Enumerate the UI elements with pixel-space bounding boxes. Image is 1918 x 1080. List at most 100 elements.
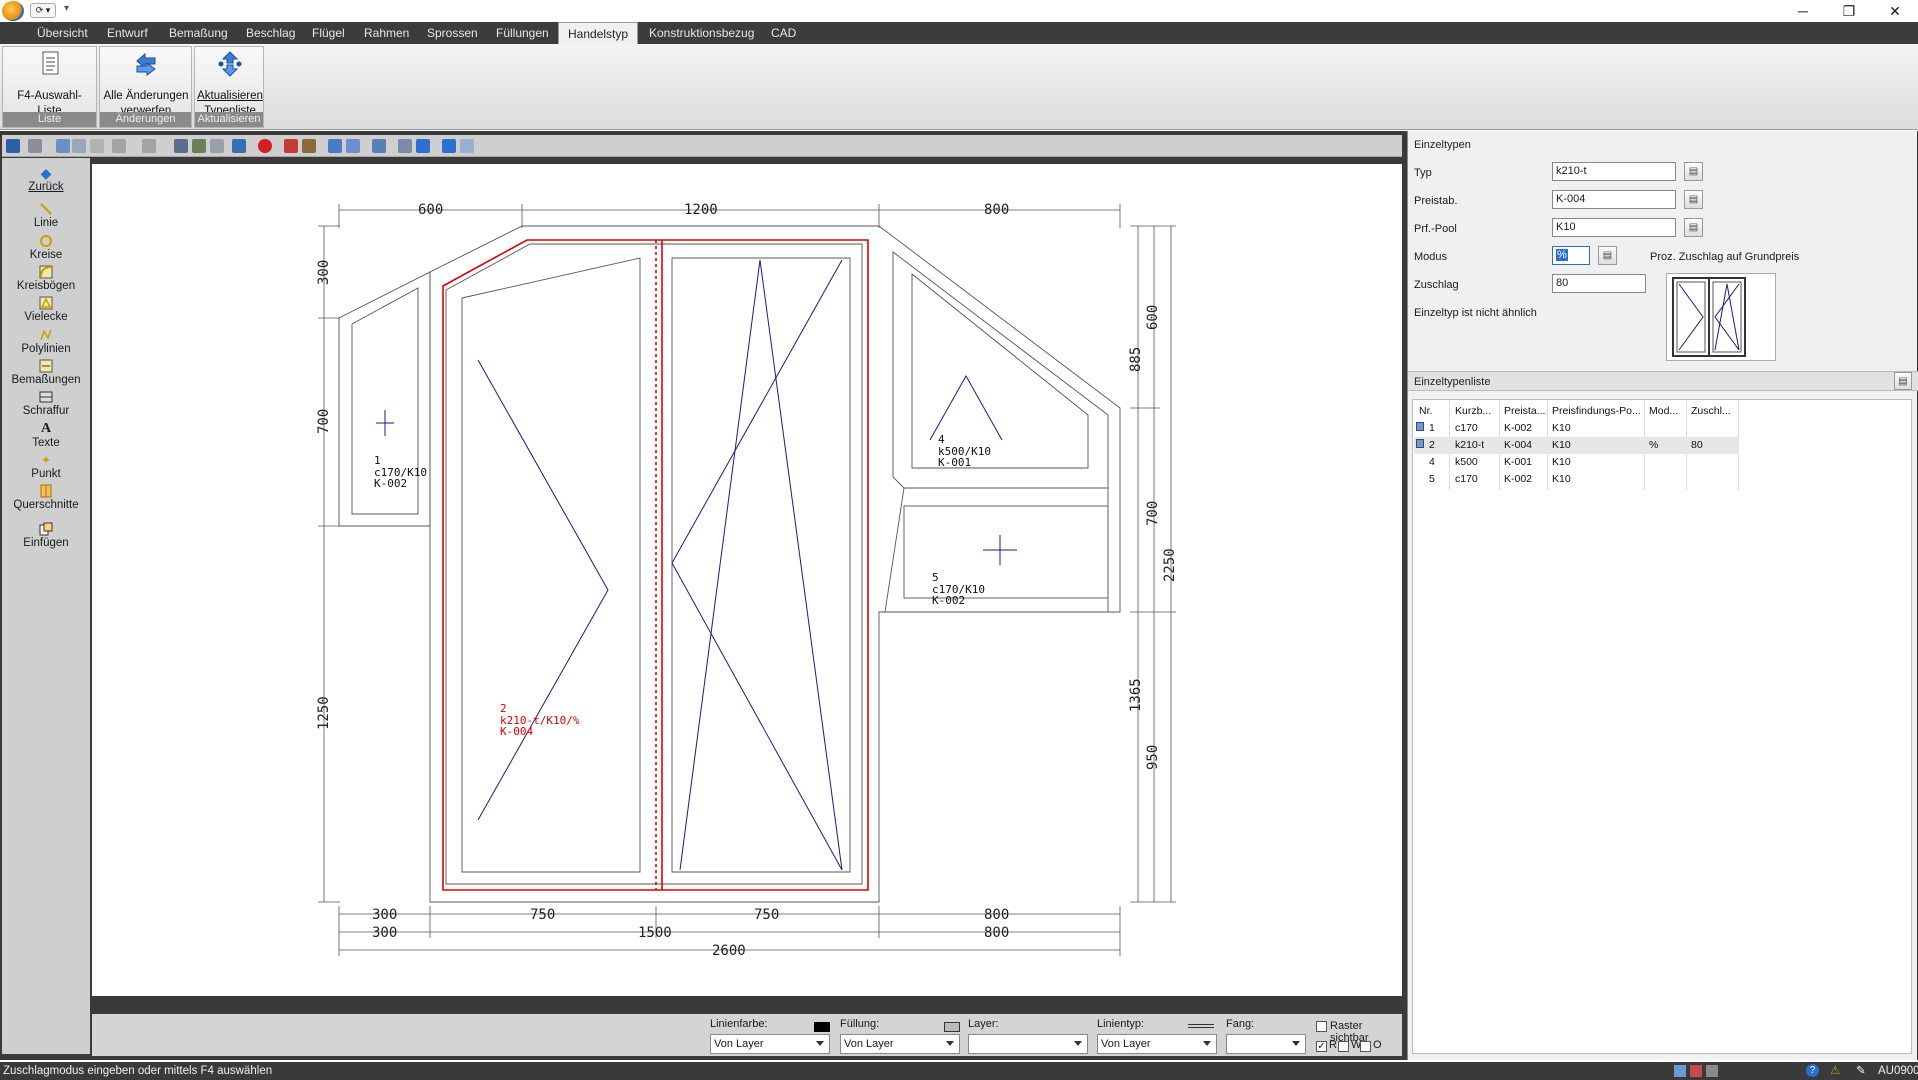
prf-pool-input[interactable]: K10 — [1552, 218, 1676, 237]
next-view-icon[interactable] — [460, 139, 474, 153]
line-icon — [40, 203, 52, 215]
stop-icon[interactable] — [258, 139, 272, 153]
save-icon[interactable] — [6, 139, 20, 153]
liste-export-button[interactable]: ▤ — [1894, 372, 1912, 390]
layer-select[interactable] — [968, 1034, 1088, 1054]
tool-querschnitte[interactable]: Querschnitte — [2, 484, 90, 512]
modus-lookup-button[interactable]: ▤ — [1598, 246, 1617, 265]
quick-access-button[interactable]: ⟳ ▾ — [30, 3, 56, 18]
modus-input[interactable]: % — [1552, 246, 1590, 265]
table-row[interactable]: 5 c170 K-002 K10 — [1414, 471, 1739, 488]
undo-icon[interactable] — [112, 139, 126, 153]
tab-fuellungen[interactable]: Füllungen — [487, 22, 558, 44]
status-grid-icon[interactable] — [1674, 1065, 1686, 1077]
zoom-fit-icon[interactable] — [372, 139, 386, 153]
linienfarbe-swatch — [814, 1022, 830, 1032]
zurueck-button[interactable]: ◆ Zurück — [2, 166, 90, 194]
edit-icon[interactable] — [302, 139, 316, 153]
maximize-button[interactable]: ❐ — [1826, 0, 1872, 22]
layer-icon[interactable] — [328, 139, 342, 153]
tool-polylinien-label: Polylinien — [21, 343, 71, 355]
linienfarbe-select[interactable]: Von Layer — [710, 1034, 830, 1054]
tool-vielecke[interactable]: Vielecke — [2, 296, 90, 324]
f4-auswahl-liste-button[interactable]: F4-Auswahl-Liste — [7, 49, 92, 119]
prf-pool-lookup-button[interactable]: ▤ — [1684, 218, 1703, 237]
status-page-icon[interactable] — [1706, 1065, 1718, 1077]
tab-handelstyp[interactable]: Handelstyp — [558, 22, 639, 44]
col-preistab[interactable]: Preista... — [1504, 405, 1545, 417]
paste-icon[interactable] — [90, 139, 104, 153]
hatch-icon — [39, 391, 53, 403]
tab-konstruktionsbezug[interactable]: Konstruktionsbezug — [640, 22, 763, 44]
typ-lookup-button[interactable]: ▤ — [1684, 162, 1703, 181]
edit-status-icon[interactable]: ✎ — [1856, 1062, 1866, 1080]
table-row[interactable]: 1 c170 K-002 K10 — [1414, 420, 1739, 437]
previous-view-icon[interactable] — [442, 139, 456, 153]
print-icon[interactable] — [28, 139, 42, 153]
tool-kreise[interactable]: Kreise — [2, 234, 90, 262]
linientyp-select[interactable]: Von Layer — [1097, 1034, 1217, 1054]
zoom-window-icon[interactable] — [398, 139, 412, 153]
tab-entwurf[interactable]: Entwurf — [98, 22, 157, 44]
help-icon[interactable]: ? — [1806, 1064, 1819, 1077]
preistab-lookup-button[interactable]: ▤ — [1684, 190, 1703, 209]
view-all-icon[interactable] — [192, 139, 206, 153]
close-button[interactable]: ✕ — [1872, 0, 1918, 22]
minimize-button[interactable]: ─ — [1780, 0, 1826, 22]
fuellung-select[interactable]: Von Layer — [840, 1034, 960, 1054]
preistab-input[interactable]: K-004 — [1552, 190, 1676, 209]
status-code: AU0900 — [1878, 1065, 1918, 1077]
col-preisfindung[interactable]: Preisfindungs-Po... — [1552, 405, 1641, 417]
tool-bemassungen[interactable]: Bemaßungen — [2, 359, 90, 387]
tab-beschlag[interactable]: Beschlag — [237, 22, 304, 44]
raster-checkbox[interactable] — [1316, 1021, 1327, 1032]
dimension-texts: 600 1200 800 300 750 750 800 300 1500 80… — [316, 202, 1178, 959]
cut-icon[interactable] — [56, 139, 70, 153]
refresh-icon — [218, 51, 242, 77]
copy-icon[interactable] — [72, 139, 86, 153]
view-icon[interactable] — [174, 139, 188, 153]
tab-rahmen[interactable]: Rahmen — [355, 22, 418, 44]
erase-icon[interactable] — [284, 139, 298, 153]
pan-icon[interactable] — [416, 139, 430, 153]
tab-uebersicht[interactable]: Übersicht — [28, 22, 97, 44]
status-layer-icon[interactable] — [1690, 1065, 1702, 1077]
aktualisieren-typenliste-button[interactable]: Aktualisieren Typenliste — [197, 49, 263, 119]
quick-access-more[interactable]: ▾ — [64, 3, 69, 14]
tool-linie[interactable]: Linie — [2, 202, 90, 230]
fang-label: Fang: — [1226, 1018, 1255, 1030]
tab-bemassung[interactable]: Bemaßung — [160, 22, 237, 44]
redo-icon[interactable] — [142, 139, 156, 153]
o-checkbox[interactable] — [1360, 1041, 1371, 1052]
tool-schraffur[interactable]: Schraffur — [2, 390, 90, 418]
cell-zuschlag: 80 — [1691, 439, 1703, 451]
fang-select[interactable] — [1226, 1034, 1306, 1054]
tab-sprossen[interactable]: Sprossen — [418, 22, 487, 44]
regenerate-icon[interactable] — [232, 139, 246, 153]
align-icon[interactable] — [346, 139, 360, 153]
col-zuschlag[interactable]: Zuschl... — [1691, 405, 1731, 417]
cad-canvas[interactable]: 600 1200 800 300 750 750 800 300 1500 80… — [92, 164, 1402, 996]
tool-kreisboegen[interactable]: Kreisbögen — [2, 265, 90, 293]
tool-punkt[interactable]: ✦ Punkt — [2, 453, 90, 481]
tab-fluegel[interactable]: Flügel — [303, 22, 354, 44]
r-checkbox[interactable]: ✓ — [1316, 1041, 1327, 1052]
window-drawing: 600 1200 800 300 750 750 800 300 1500 80… — [316, 202, 1178, 959]
app-logo-icon[interactable] — [2, 1, 24, 21]
page-icon[interactable] — [210, 139, 224, 153]
tool-einfuegen[interactable]: Einfügen — [2, 522, 90, 550]
tool-texte[interactable]: A Texte — [2, 422, 90, 450]
tool-polylinien[interactable]: Polylinien — [2, 328, 90, 356]
warning-icon[interactable]: ⚠ — [1830, 1062, 1840, 1080]
col-nr[interactable]: Nr. — [1419, 405, 1432, 417]
typ-input[interactable]: k210-t — [1552, 162, 1676, 181]
tab-cad[interactable]: CAD — [762, 22, 805, 44]
table-row-selected[interactable]: 2 k210-t K-004 K10 % 80 — [1414, 437, 1739, 454]
table-row[interactable]: 4 k500 K-001 K10 — [1414, 454, 1739, 471]
dim-bottom1-300: 300 — [372, 907, 397, 923]
col-kurzb[interactable]: Kurzb... — [1455, 405, 1491, 417]
w-checkbox[interactable] — [1338, 1041, 1349, 1052]
alle-aenderungen-verwerfen-button[interactable]: Alle Änderungen verwerfen — [102, 49, 190, 119]
col-modus[interactable]: Mod... — [1649, 405, 1678, 417]
zuschlag-input[interactable]: 80 — [1552, 274, 1646, 293]
